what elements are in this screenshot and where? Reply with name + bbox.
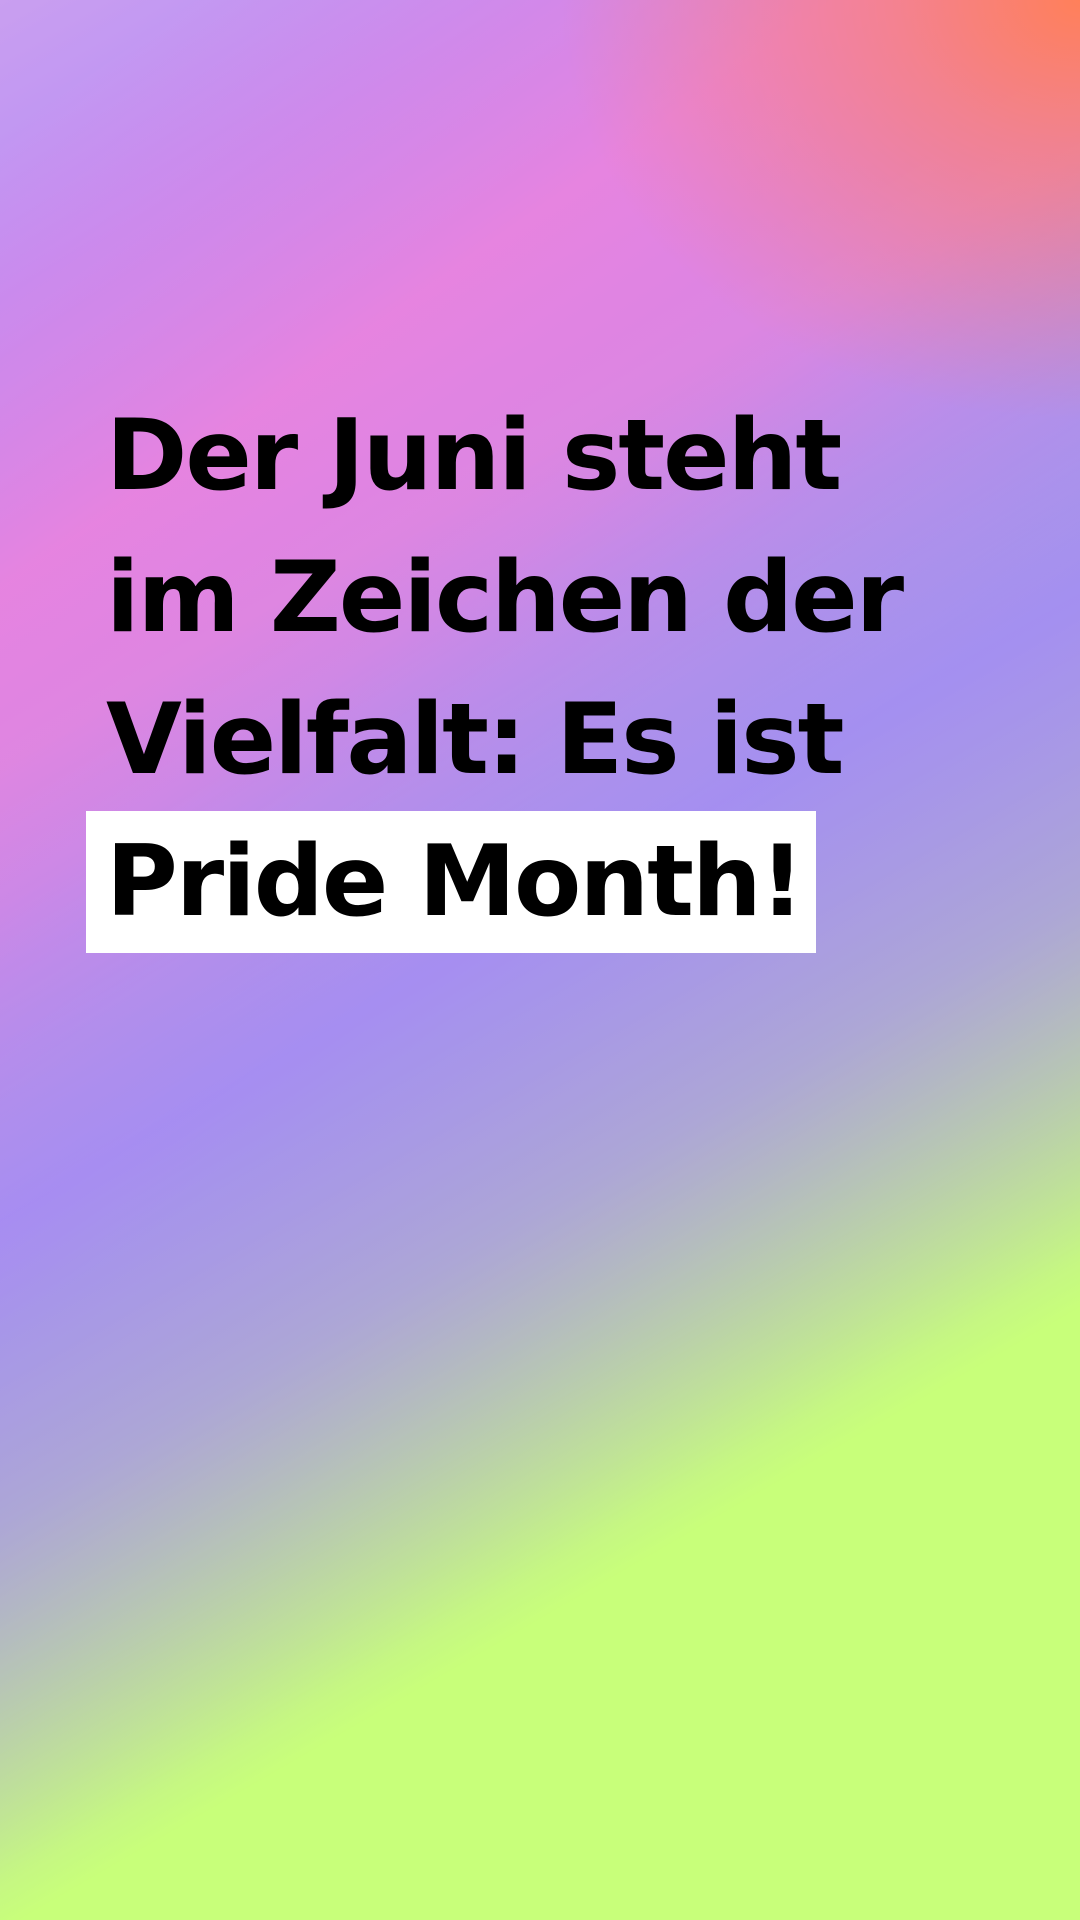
headline-line-3: Vielfalt: Es ist [106, 683, 844, 797]
headline: Der Juni steht im Zeichen der Vielfalt: … [86, 385, 1006, 953]
headline-line-1: Der Juni steht [106, 399, 842, 513]
gradient-orange-layer [0, 0, 1080, 1920]
highlight-row: Pride Month! [86, 811, 1006, 953]
story-background: Der Juni steht im Zeichen der Vielfalt: … [0, 0, 1080, 1920]
headline-highlight: Pride Month! [86, 811, 817, 953]
headline-line-2: im Zeichen der [106, 541, 904, 655]
